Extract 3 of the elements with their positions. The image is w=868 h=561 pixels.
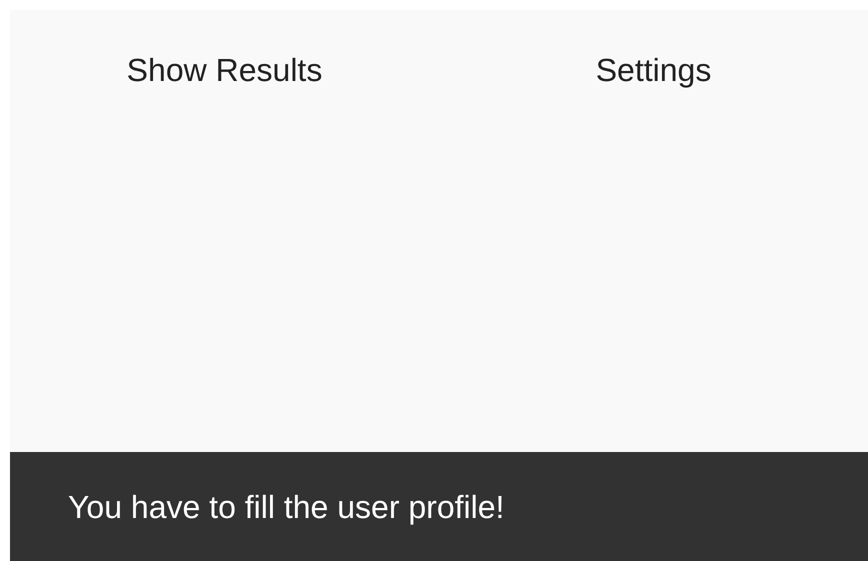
menu-button[interactable]: Settings (439, 10, 868, 130)
snackbar-message: You have to fill the user profile! (68, 488, 504, 527)
menu-button[interactable]: Show Results (10, 10, 439, 130)
